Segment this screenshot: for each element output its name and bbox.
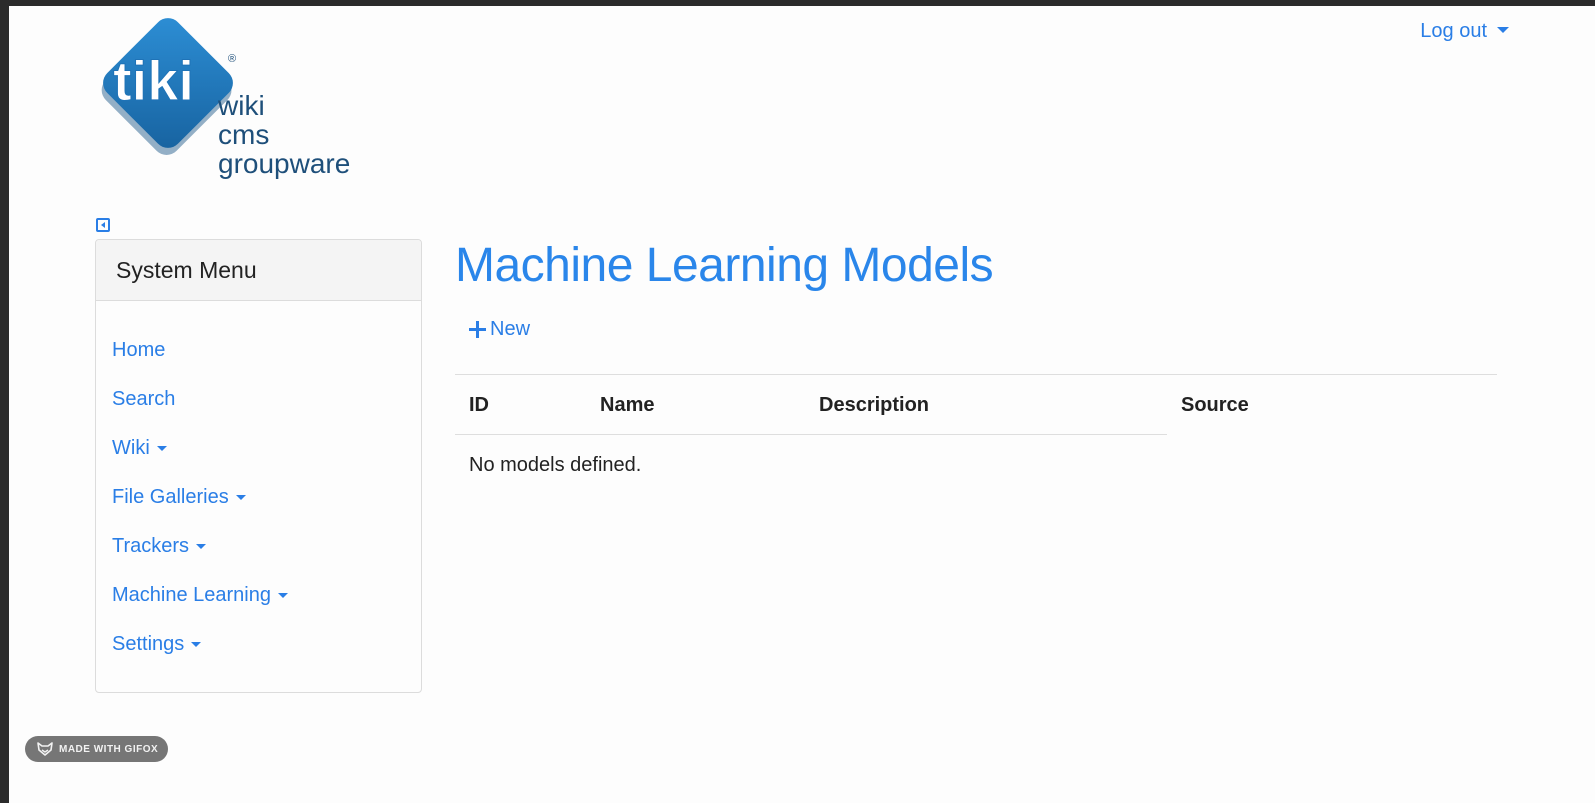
sidebar-item-wiki[interactable]: Wiki: [96, 424, 421, 473]
sidebar-item-machine-learning[interactable]: Machine Learning: [96, 571, 421, 620]
sidebar-item-label: Trackers: [112, 535, 190, 557]
new-model-label: New: [490, 318, 531, 340]
new-model-button[interactable]: New: [469, 318, 530, 341]
page: tiki ® wiki cms groupware Log out System…: [9, 6, 1595, 803]
sidebar-item-home[interactable]: Home: [96, 326, 421, 375]
plus-icon: [469, 321, 486, 338]
system-menu-title: System Menu: [96, 240, 421, 301]
column-header-name: Name: [600, 394, 655, 416]
column-header-description: Description: [819, 394, 930, 416]
sidebar-item-label: Search: [112, 388, 176, 410]
sidebar-item-settings[interactable]: Settings: [96, 620, 421, 669]
column-header-source: Source: [1181, 394, 1249, 416]
system-menu: System Menu Home Search Wiki File Galler…: [95, 239, 422, 693]
logo-mark-text: tiki: [113, 49, 194, 112]
chevron-down-icon: [156, 446, 167, 451]
gifox-badge-label: MADE WITH GIFOX: [59, 743, 159, 755]
table-header: ID Name Description Source: [455, 374, 1497, 434]
logo-tagline-wiki: wiki: [217, 90, 265, 121]
logout-label: Log out: [1420, 20, 1487, 42]
logout-menu[interactable]: Log out: [1420, 20, 1509, 43]
sidebar-item-label: Wiki: [112, 437, 150, 459]
chevron-down-icon: [191, 642, 202, 647]
empty-table-message: No models defined.: [469, 454, 642, 476]
fox-icon: [37, 742, 53, 756]
chevron-down-icon: [278, 593, 288, 598]
sidebar-item-trackers[interactable]: Trackers: [96, 522, 421, 571]
system-menu-list: Home Search Wiki File Galleries Trackers…: [96, 301, 421, 669]
sidebar-item-label: File Galleries: [112, 486, 229, 508]
chevron-down-icon: [196, 544, 207, 549]
column-header-id: ID: [469, 394, 489, 416]
sidebar-item-label: Home: [112, 339, 166, 361]
sidebar-item-label: Settings: [112, 633, 185, 655]
chevron-down-icon: [1497, 26, 1509, 33]
logo-tagline-groupware: groupware: [218, 148, 350, 179]
collapse-sidebar-icon[interactable]: [96, 218, 110, 232]
table-header-divider: [455, 434, 1167, 435]
page-title: Machine Learning Models: [455, 239, 994, 292]
registered-mark: ®: [228, 53, 236, 65]
logo-tagline-cms: cms: [218, 119, 269, 150]
gifox-badge: MADE WITH GIFOX: [25, 736, 169, 762]
sidebar-item-search[interactable]: Search: [96, 375, 421, 424]
sidebar-item-label: Machine Learning: [112, 584, 271, 606]
chevron-down-icon: [235, 495, 246, 500]
tiki-logo[interactable]: tiki ® wiki cms groupware: [95, 18, 405, 193]
sidebar-item-file-galleries[interactable]: File Galleries: [96, 473, 421, 522]
